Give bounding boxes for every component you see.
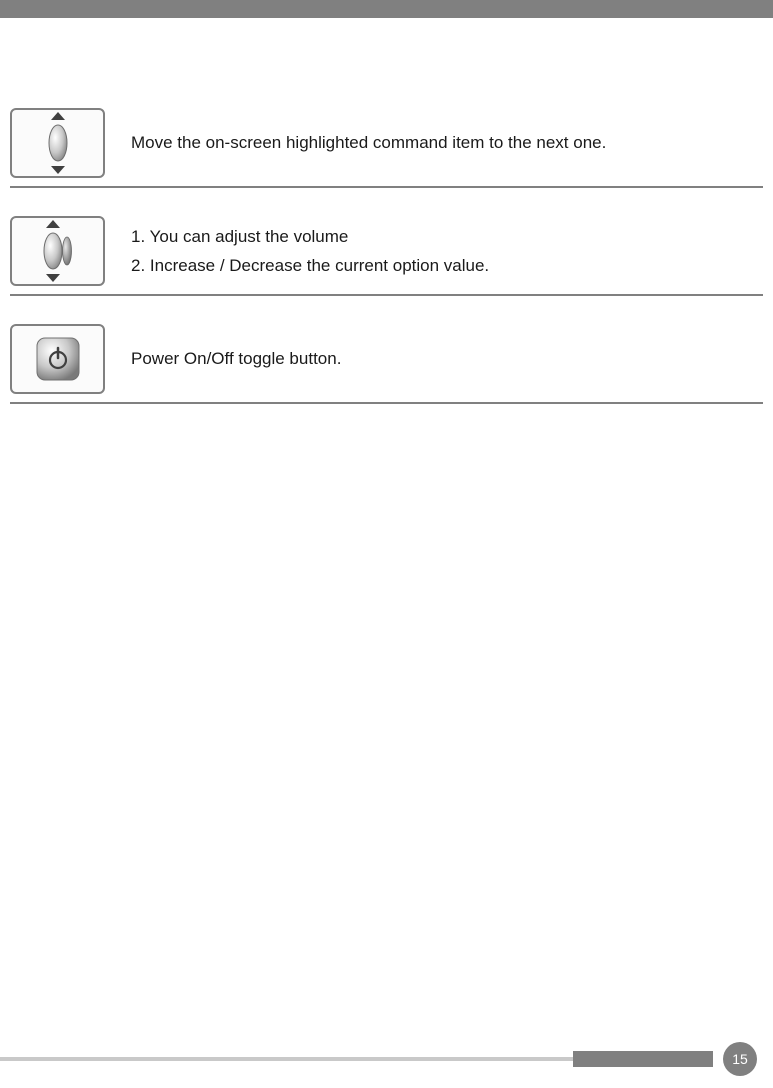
text-line: 1. You can adjust the volume: [131, 223, 489, 250]
page-number: 15: [732, 1051, 748, 1067]
controls-content: Move the on-screen highlighted command i…: [0, 18, 773, 404]
page-number-badge: 15: [723, 1042, 757, 1076]
control-row-adjust: 1. You can adjust the volume 2. Increase…: [10, 216, 763, 296]
volume-adjust-icon: [10, 216, 105, 286]
power-description: Power On/Off toggle button.: [131, 344, 351, 373]
page-footer: 15: [0, 1042, 773, 1076]
footer-rule: [0, 1057, 713, 1061]
control-row-power: Power On/Off toggle button.: [10, 324, 763, 404]
text-line: 2. Increase / Decrease the current optio…: [131, 252, 489, 279]
power-button-icon: [10, 324, 105, 394]
control-row-navigate: Move the on-screen highlighted command i…: [10, 108, 763, 188]
text-line: Move the on-screen highlighted command i…: [131, 129, 606, 156]
adjust-description: 1. You can adjust the volume 2. Increase…: [131, 222, 499, 279]
nav-up-down-icon: [10, 108, 105, 178]
text-line: Power On/Off toggle button.: [131, 345, 341, 372]
top-bar: [0, 0, 773, 18]
nav-description: Move the on-screen highlighted command i…: [131, 128, 616, 157]
